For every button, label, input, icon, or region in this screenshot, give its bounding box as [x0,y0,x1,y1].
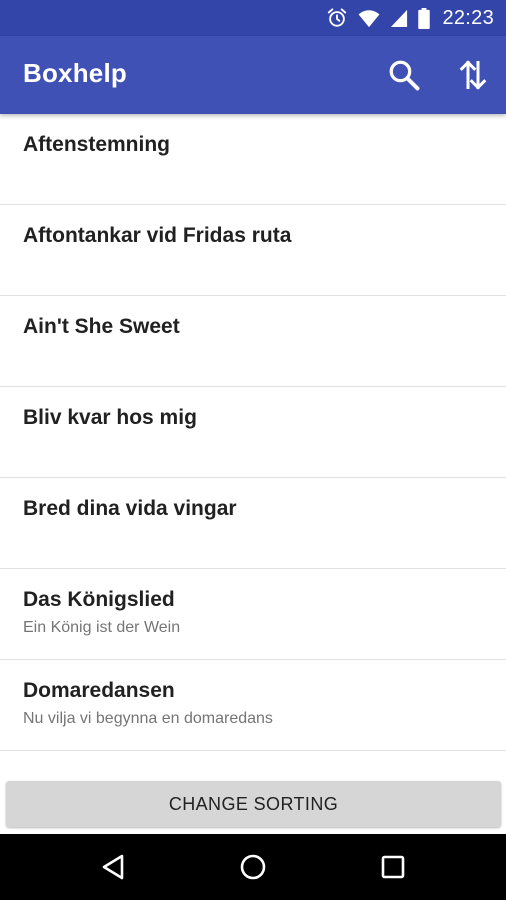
navigation-bar [0,834,506,900]
search-button[interactable] [384,55,424,95]
status-time: 22:23 [442,6,494,29]
song-title: Aftontankar vid Fridas ruta [23,224,292,247]
song-title: Bred dina vida vingar [23,497,237,520]
song-title: Domaredansen [23,679,175,702]
bottom-button-area: CHANGE SORTING [0,772,506,834]
home-icon [240,854,266,880]
cell-signal-icon [390,8,408,28]
home-button[interactable] [233,847,273,887]
song-subtitle: Ein König ist der Wein [23,619,181,636]
song-title: Bliv kvar hos mig [23,406,197,429]
change-sorting-button[interactable]: CHANGE SORTING [6,781,501,827]
song-subtitle: Nu vilja vi begynna en domaredans [23,710,273,727]
song-list: Aftenstemning Aftontankar vid Fridas rut… [0,114,506,751]
recents-icon [381,855,405,879]
list-item[interactable]: Aftenstemning [0,114,506,205]
list-item[interactable]: Ain't She Sweet [0,296,506,387]
back-icon [102,854,124,880]
sort-icon [459,60,487,90]
battery-icon [418,7,431,29]
alarm-icon [326,7,348,29]
search-icon [389,60,420,91]
list-item[interactable]: Bred dina vida vingar [0,478,506,569]
app-bar: Boxhelp [0,36,506,114]
list-item[interactable]: Domaredansen Nu vilja vi begynna en doma… [0,660,506,751]
sort-button[interactable] [453,55,493,95]
list-item[interactable]: Aftontankar vid Fridas ruta [0,205,506,296]
back-button[interactable] [93,847,133,887]
recents-button[interactable] [373,847,413,887]
app-title: Boxhelp [23,58,127,88]
song-title: Aftenstemning [23,133,170,156]
list-item[interactable]: Bliv kvar hos mig [0,387,506,478]
song-title: Das Königslied [23,588,175,611]
list-item[interactable]: Das Königslied Ein König ist der Wein [0,569,506,660]
status-bar: 22:23 [0,0,506,36]
song-title: Ain't She Sweet [23,315,180,338]
wifi-icon [358,8,380,28]
